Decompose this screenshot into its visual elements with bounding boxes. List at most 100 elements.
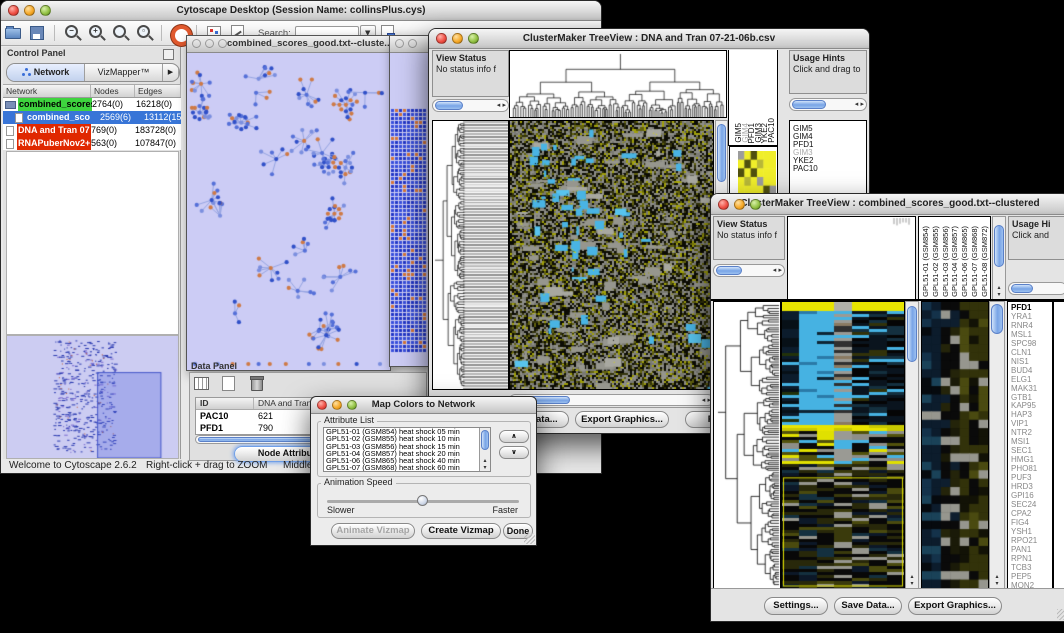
network-view-titlebar[interactable]: combined_scores_good.txt--cluste... — [187, 36, 390, 53]
column-label: GPL51-08 (GSM872) — [981, 226, 989, 297]
close-button[interactable] — [192, 39, 201, 48]
zoom-window-button[interactable] — [218, 39, 227, 48]
main-titlebar[interactable]: Cytoscape Desktop (Session Name: collins… — [1, 1, 601, 21]
row-dendrogram-pane[interactable] — [432, 120, 509, 390]
minimize-button[interactable] — [452, 33, 463, 44]
usage-hints-panel: Usage Hints Click and drag to — [789, 50, 867, 94]
row-dendrogram-pane[interactable] — [713, 301, 781, 589]
column-label: GPL51-04 (GSM857) — [951, 226, 959, 297]
select-attributes-icon[interactable] — [193, 375, 210, 392]
zoom-window-button[interactable] — [468, 33, 479, 44]
minimize-button[interactable] — [205, 39, 214, 48]
dialog-title: Map Colors to Network — [311, 397, 536, 413]
zoom-out-icon[interactable]: − — [63, 24, 81, 42]
toolbar-separator — [54, 25, 55, 41]
view-status-scrollbar[interactable]: ◂ ▸ — [432, 99, 509, 112]
labels-vscrollbar[interactable]: ▴▾ — [992, 216, 1006, 300]
create-vizmap-button[interactable]: Create Vizmap — [421, 523, 501, 539]
control-panel-tabs: Network VizMapper™ ▶ — [6, 63, 180, 82]
minimize-button[interactable] — [24, 5, 35, 16]
minimize-button[interactable] — [734, 199, 745, 210]
column-label: GPL51-06 (GSM865) — [961, 226, 969, 297]
usage-hints-scrollbar[interactable]: ◂ ▸ — [789, 98, 867, 111]
save-data-button[interactable]: Save Data... — [834, 597, 902, 615]
attribute-item[interactable]: GPL51-07 (GSM868) heat shock 60 min — [324, 464, 480, 471]
network-table: Network Nodes Edges combined_scores2764(… — [3, 84, 181, 150]
gene-label[interactable]: PAC10 — [793, 165, 818, 173]
birdseye-overview[interactable] — [6, 335, 179, 459]
animation-speed-slider[interactable] — [327, 500, 519, 503]
zoom-window-button[interactable] — [347, 400, 357, 410]
treeview2-titlebar[interactable]: ClusterMaker TreeView : combined_scores_… — [711, 194, 1064, 215]
resize-grip[interactable] — [524, 533, 535, 544]
animation-speed-label: Animation Speed — [321, 477, 396, 487]
heatmap-hscrollbar[interactable]: ◂ ▸ — [509, 394, 714, 406]
zoom-vscrollbar[interactable]: ▴▾ — [989, 301, 1005, 589]
attribute-listbox[interactable]: GPL51-01 (GSM854) heat shock 05 minGPL51… — [323, 427, 491, 472]
network-table-row[interactable]: RNAPuberNov2+563(0)107847(0) — [3, 137, 181, 150]
zoom-fit-icon[interactable]: ▫ — [135, 24, 153, 42]
heatmap-pane[interactable] — [781, 301, 905, 589]
network-table-row[interactable]: DNA and Tran 07769(0)183728(0) — [3, 124, 181, 137]
zoom-heatmap-pane[interactable] — [921, 301, 989, 589]
dialog-titlebar[interactable]: Map Colors to Network — [311, 397, 536, 414]
heatmap-pane[interactable] — [509, 120, 714, 390]
animate-vizmap-button[interactable]: Animate Vizmap — [331, 523, 415, 539]
tab-network[interactable]: Network — [7, 64, 85, 81]
treeview1-titlebar[interactable]: ClusterMaker TreeView : DNA and Tran 07-… — [429, 29, 869, 49]
close-button[interactable] — [395, 39, 404, 48]
dense-network-canvas[interactable] — [390, 53, 428, 365]
usage-hints-panel: Usage Hi Click and — [1008, 216, 1064, 260]
resize-grip[interactable] — [1057, 609, 1064, 620]
zoom-window-button[interactable] — [40, 5, 51, 16]
minimize-button[interactable] — [332, 400, 342, 410]
export-graphics-button[interactable]: Export Graphics... — [575, 411, 669, 428]
network-table-header[interactable]: Network Nodes Edges — [3, 84, 181, 98]
attribute-list-scrollbar[interactable]: ▴▾ — [479, 428, 490, 471]
move-up-button[interactable]: ∧ — [499, 430, 529, 443]
close-button[interactable] — [8, 5, 19, 16]
heatmap-vscrollbar[interactable]: ▴▾ — [905, 301, 919, 589]
status-hint-zoom: Right-click + drag to ZOOM — [146, 459, 267, 472]
zoom-in-icon[interactable]: + — [87, 24, 105, 42]
move-down-button[interactable]: ∨ — [499, 446, 529, 459]
column-dendrogram-pane[interactable] — [787, 216, 916, 300]
file-icon — [15, 113, 23, 123]
control-panel: Control Panel Network VizMapper™ ▶ Netwo… — [3, 47, 181, 459]
network-table-row[interactable]: combined_sco2569(6)13112(15) — [3, 111, 181, 124]
minimize-button[interactable] — [408, 39, 417, 48]
save-icon[interactable] — [28, 24, 46, 42]
tab-overflow-arrow[interactable]: ▶ — [163, 64, 179, 81]
close-button[interactable] — [718, 199, 729, 210]
column-label: PAC10 — [768, 118, 776, 143]
float-panel-icon[interactable] — [163, 49, 174, 60]
delete-attribute-icon[interactable] — [248, 375, 265, 392]
new-attribute-icon[interactable] — [220, 375, 237, 392]
background-window-titlebar[interactable] — [390, 36, 430, 53]
desktop: Cytoscape Desktop (Session Name: collins… — [0, 0, 1064, 633]
open-file-icon[interactable] — [4, 24, 22, 42]
close-button[interactable] — [436, 33, 447, 44]
close-button[interactable] — [317, 400, 327, 410]
view-status-panel: View Status No status info f — [432, 50, 509, 97]
network-tree-empty-area — [6, 151, 179, 335]
view-status-panel: View Status No status info f — [713, 216, 785, 260]
folder-icon — [5, 101, 16, 109]
tab-vizmapper[interactable]: VizMapper™ — [85, 64, 163, 81]
treeview1-title: ClusterMaker TreeView : DNA and Tran 07-… — [429, 29, 869, 48]
view-status-scrollbar[interactable]: ◂ ▸ — [713, 264, 785, 277]
column-dendrogram-pane[interactable] — [509, 50, 727, 118]
zoom-selected-icon[interactable] — [111, 24, 129, 42]
treeview2-window: ClusterMaker TreeView : combined_scores_… — [710, 193, 1064, 622]
usage-hints-scrollbar[interactable] — [1008, 282, 1064, 295]
network-canvas[interactable] — [187, 53, 388, 369]
network-table-row[interactable]: combined_scores2764(0)16218(0) — [3, 98, 181, 111]
column-label: GPL51-07 (GSM868) — [971, 226, 979, 297]
settings-button[interactable]: Settings... — [764, 597, 828, 615]
export-graphics-button[interactable]: Export Graphics... — [908, 597, 1002, 615]
gene-list-scroll-area[interactable] — [1053, 301, 1064, 589]
slider-thumb[interactable] — [417, 495, 428, 506]
column-labels-pane: GIM5GIM4PFD1GIM3YKE2PAC10 — [728, 50, 778, 146]
slower-label: Slower — [327, 505, 355, 515]
background-network-window[interactable] — [389, 35, 431, 367]
